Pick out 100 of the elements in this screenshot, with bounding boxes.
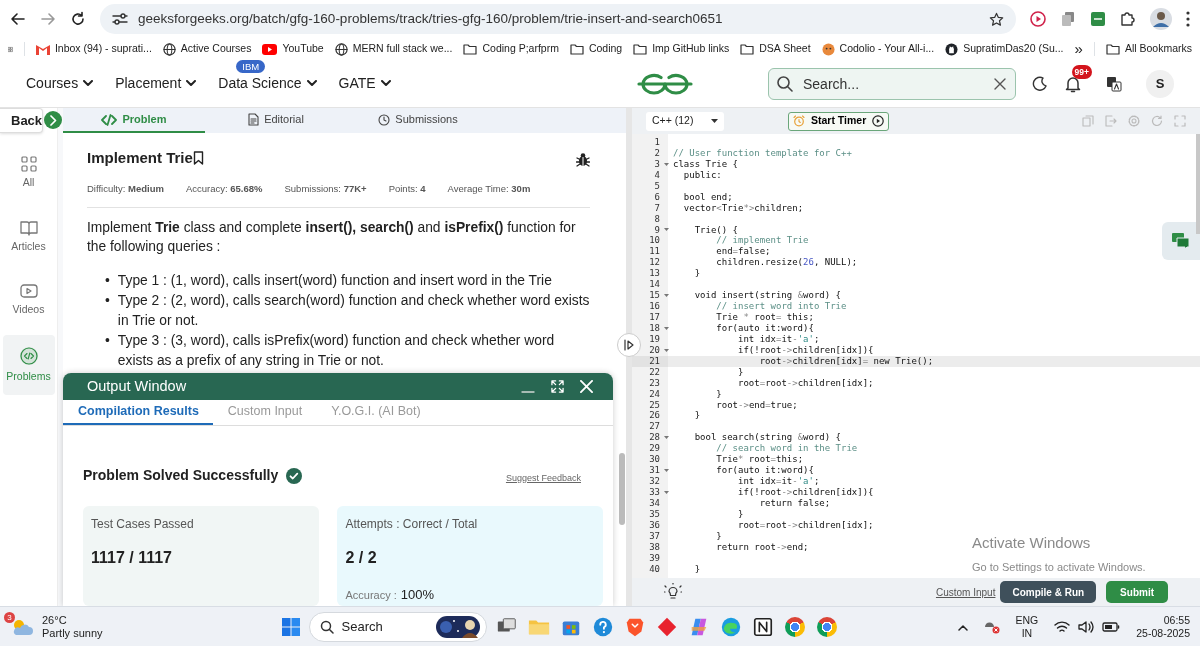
code-line: Trie* root=this; [715,454,804,466]
site-info-icon[interactable] [112,12,128,26]
back-button[interactable]: Back [0,108,43,133]
scrollbar[interactable] [1196,134,1200,234]
query-text: Type 3 : (3, word), calls isPrefix(word) function and check whether word exists as a prefix of any string in Trie or not. [117,331,556,370]
help-icon[interactable] [591,615,614,638]
battery-icon[interactable] [1102,621,1121,634]
clock-time[interactable]: 06:55 [1136,613,1190,627]
notification-badge: 99+ [1071,65,1092,79]
notification-badge: 3 [4,612,15,624]
tab[interactable]: Compilation Results [63,400,213,425]
fold-icon[interactable] [663,228,669,232]
book-icon [19,219,38,236]
language-indicator[interactable]: ENG [1015,613,1039,627]
bookmark-link[interactable]: MERN full stack we... [352,41,453,57]
diamond-icon[interactable] [655,615,678,638]
extension-icon[interactable] [1090,11,1106,27]
video-icon [262,43,278,55]
start-icon[interactable] [280,616,301,637]
more-menu-icon[interactable] [1186,11,1190,27]
fold-icon[interactable] [663,490,669,494]
tab[interactable]: Submissions [347,108,489,133]
record-icon[interactable] [1030,11,1046,27]
moon-icon[interactable] [1032,76,1048,93]
bell-icon[interactable] [1064,75,1082,94]
compile-run-button[interactable]: Compile & Run [1000,581,1097,603]
site-logo[interactable] [636,72,695,95]
code-line: } [693,268,701,280]
fold-icon[interactable] [663,348,669,352]
stack-icon[interactable] [1060,11,1076,27]
bookmark-link[interactable]: Codolio - Your All-i... [839,41,935,57]
fold-icon[interactable] [663,162,669,166]
bookmark-link[interactable]: YouTube [282,41,324,57]
address-bar[interactable]: geeksforgeeks.org/batch/gfg-160-problems/track/tries-gfg-160/problem/trie-insert-and-search0651 [100,4,1016,34]
custom-input-link[interactable]: Custom Input [935,584,996,600]
code-line: root=root->children[idx]; [737,377,874,389]
language-indicator[interactable]: IN [1015,626,1039,640]
star-icon[interactable] [989,11,1004,27]
card-value: 1117 / 1117 [91,548,173,568]
volume-icon[interactable] [1078,620,1095,635]
browser-icon[interactable] [784,616,805,637]
search-field[interactable]: Search... [768,67,1016,100]
notes-icon[interactable] [751,615,774,638]
code-line: } [737,508,744,520]
accuracy-label: Accuracy : [345,588,397,603]
problem-stat: Average Time: 30m [447,181,531,196]
nav-menu[interactable]: Data Science [218,73,302,94]
tab[interactable]: Problem [63,108,205,133]
tab[interactable]: Editorial [205,108,347,133]
fold-icon[interactable] [663,436,669,440]
scrollbar[interactable] [619,453,625,525]
nav-menu[interactable]: Courses [26,73,79,94]
profile-icon[interactable] [1150,8,1172,30]
sidebar-item[interactable]: All [2,143,55,203]
bookmark-link[interactable]: Coding P;arfprm [482,41,559,57]
expand-button[interactable] [44,111,62,129]
logo-icon [821,42,835,56]
sidebar-item[interactable]: Problems [2,335,55,395]
back-icon[interactable] [10,11,26,27]
chevron-up-icon[interactable] [957,623,968,631]
bookmark-icon[interactable] [192,151,204,166]
clock-date[interactable]: 25-08-2025 [1136,626,1190,640]
browser-icon[interactable] [816,616,837,637]
puzzle-icon[interactable] [1120,11,1136,27]
submit-button[interactable]: Submit [1106,581,1168,603]
expand-icon[interactable] [551,380,564,394]
language-select[interactable]: C++ (12) [646,111,724,131]
bookmark-link[interactable]: Active Courses [180,41,252,57]
clear-icon[interactable] [994,77,1006,90]
reload-icon[interactable] [70,11,86,27]
fold-icon[interactable] [663,469,669,473]
split-arrow-icon [623,339,635,351]
translate-icon[interactable] [1106,76,1122,93]
browser-swirl-icon[interactable] [719,615,742,638]
code-line: root->end=true; [715,399,798,411]
camera-off-icon[interactable] [983,620,1000,635]
bookmark-link[interactable]: Inbox (94) - suprati... [54,41,152,57]
nav-menu[interactable]: Placement [115,73,182,94]
bug-icon[interactable] [576,151,590,167]
fold-icon[interactable] [663,326,669,330]
bulb-icon[interactable] [664,583,682,601]
nav-menu[interactable]: GATE [338,73,376,94]
chat-button[interactable] [1162,222,1200,260]
feedback-link[interactable]: Suggest Feedback [505,471,581,486]
avatar[interactable]: S [1146,69,1174,98]
code-line: bool search(string &word) { [693,432,841,444]
bookmark-link[interactable]: Imp GitHub links [652,41,730,57]
close-icon[interactable] [580,380,593,393]
sidebar-item[interactable]: Videos [2,271,55,331]
more-bookmarks-button[interactable]: » [1074,38,1083,60]
start-timer-button[interactable]: Start Timer [788,111,890,131]
fold-icon[interactable] [663,294,669,298]
bookmark-link[interactable]: DSA Sheet [759,41,811,57]
sidebar-item[interactable]: Articles [2,207,55,267]
forward-icon[interactable] [40,11,56,27]
bookmark-link[interactable]: Coding [588,41,623,57]
bookmark-link[interactable]: SupratimDas20 (Su... [963,41,1064,57]
bookmark-link[interactable]: All Bookmarks [1124,41,1192,57]
taskbar-search[interactable]: Search [308,611,487,642]
chevron-down-icon [83,80,94,87]
